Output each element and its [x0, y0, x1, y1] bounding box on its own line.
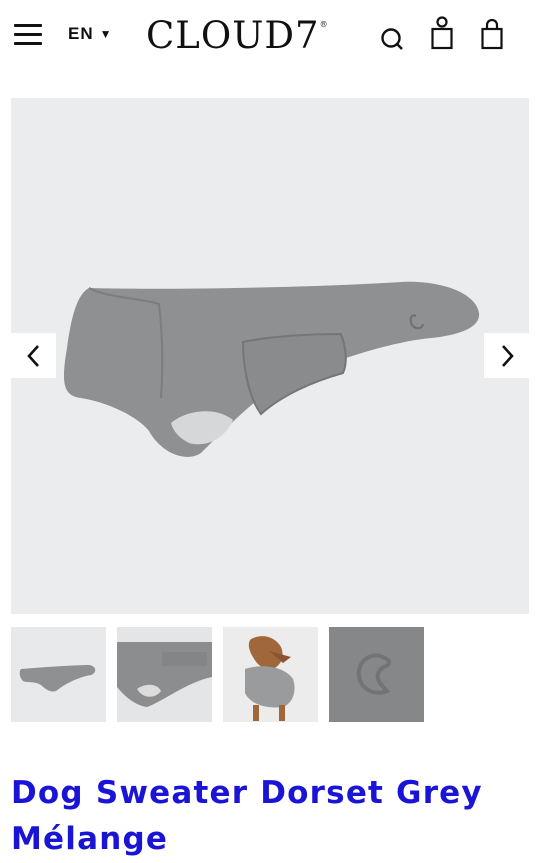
thumbnail-side-view[interactable] [11, 627, 106, 722]
product-image-gallery[interactable] [11, 98, 529, 614]
hamburger-menu-icon[interactable] [14, 24, 42, 46]
brand-logo[interactable]: CLOUD7® [146, 14, 329, 57]
logo-text: CLOUD7 [146, 14, 320, 57]
site-header: EN ▼ CLOUD7® [0, 0, 540, 72]
registered-mark: ® [319, 20, 329, 29]
thumbnail-detail[interactable] [117, 627, 212, 722]
thumbnail-logo-closeup[interactable] [329, 627, 424, 722]
search-icon[interactable] [377, 16, 409, 52]
chevron-right-icon [501, 344, 514, 367]
account-icon[interactable] [426, 16, 458, 52]
thumbnail-strip [11, 627, 424, 722]
thumbnail-dog-wearing[interactable] [223, 627, 318, 722]
language-selector[interactable]: EN ▼ [68, 24, 113, 44]
caret-down-icon: ▼ [99, 27, 113, 41]
product-image-dog-sweater [63, 281, 480, 457]
next-image-button[interactable] [484, 333, 529, 378]
product-title: Dog Sweater Dorset Grey Mélange [11, 775, 483, 857]
chevron-left-icon [26, 344, 39, 367]
shopping-bag-icon[interactable] [476, 16, 508, 52]
previous-image-button[interactable] [11, 333, 56, 378]
language-label: EN [68, 24, 94, 43]
